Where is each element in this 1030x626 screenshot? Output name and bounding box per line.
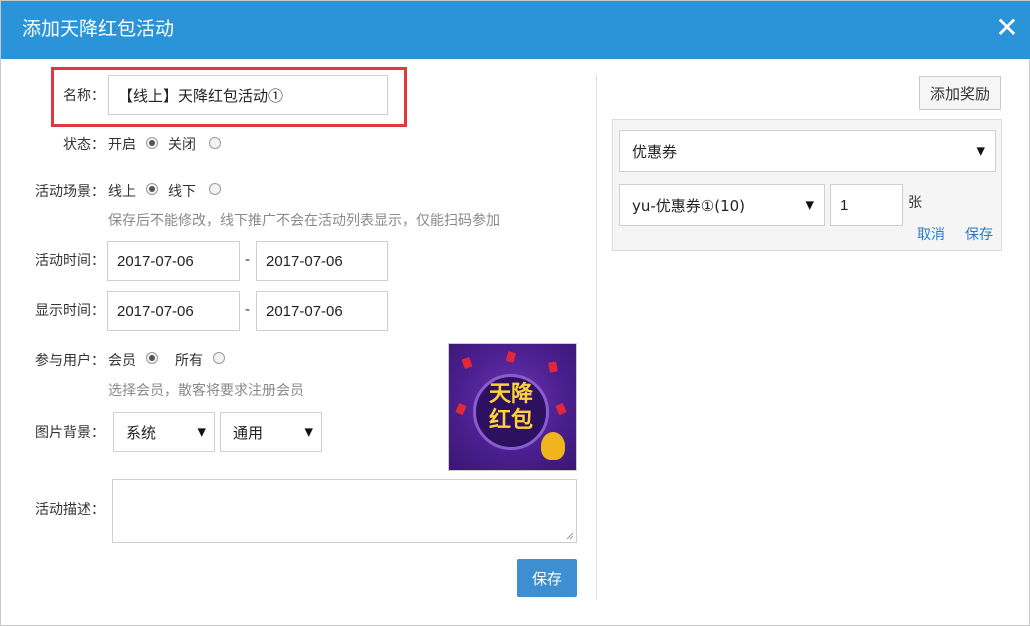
name-label: 名称： [63, 88, 105, 104]
bg-select-system-value: 系统 [126, 423, 157, 442]
reward-cancel-link[interactable]: 取消 [917, 226, 945, 244]
users-member-radio[interactable] [146, 352, 158, 364]
users-label: 参与用户： [35, 353, 105, 369]
envelope-icon [548, 361, 558, 373]
display-range-separator: - [245, 302, 251, 318]
status-on-radio[interactable] [146, 137, 158, 149]
dialog-title: 添加天降红包活动 [22, 18, 175, 40]
poster-text-line1: 天降 [488, 382, 533, 407]
chevron-down-icon: ▼ [197, 425, 206, 439]
time-range-separator: - [245, 252, 251, 268]
red-packet-poster-image[interactable]: 天降 红包 [448, 343, 577, 471]
scene-hint: 保存后不能修改，线下推广不会在活动列表显示，仅能扫码参加 [108, 213, 500, 229]
chevron-down-icon: ▼ [304, 425, 313, 439]
name-input[interactable]: 【线上】天降红包活动① [108, 75, 388, 115]
reward-save-link[interactable]: 保存 [965, 226, 993, 244]
column-divider [596, 75, 597, 599]
poster-text-line2: 红包 [488, 408, 533, 433]
desc-label: 活动描述： [35, 502, 105, 518]
close-icon[interactable]: ✕ [993, 13, 1021, 43]
envelope-icon [461, 356, 473, 370]
time-label: 活动时间： [35, 253, 105, 269]
users-all-radio[interactable] [213, 352, 225, 364]
quantity-unit: 张 [908, 195, 922, 211]
bg-select-general[interactable]: 通用 ▼ [220, 412, 322, 452]
envelope-icon [555, 402, 567, 416]
scene-online-label: 线上 [108, 184, 136, 200]
scene-online-radio[interactable] [146, 183, 158, 195]
users-member-label: 会员 [108, 353, 136, 369]
coupon-select[interactable]: yu-优惠券①(10) ▼ [619, 184, 825, 226]
quantity-input[interactable]: 1 [830, 184, 903, 226]
users-all-label: 所有 [175, 353, 203, 369]
mascot-icon [541, 432, 565, 460]
envelope-icon [455, 402, 467, 416]
bg-label: 图片背景： [35, 425, 105, 441]
add-reward-button[interactable]: 添加奖励 [919, 76, 1001, 110]
time-start-input[interactable]: 2017-07-06 [107, 241, 240, 281]
bg-select-system[interactable]: 系统 ▼ [113, 412, 215, 452]
chevron-down-icon: ▼ [976, 144, 985, 158]
scene-offline-radio[interactable] [209, 183, 221, 195]
reward-type-select[interactable]: 优惠券 ▼ [619, 130, 996, 172]
desc-textarea[interactable] [112, 479, 577, 543]
status-on-label: 开启 [108, 137, 136, 153]
time-end-input[interactable]: 2017-07-06 [256, 241, 388, 281]
status-off-label: 关闭 [168, 137, 196, 153]
add-red-packet-dialog: 添加天降红包活动 ✕ 名称： 【线上】天降红包活动① 状态： 开启 关闭 活动场… [0, 0, 1030, 626]
scene-offline-label: 线下 [168, 184, 196, 200]
resize-grip-icon[interactable] [566, 532, 574, 540]
display-start-input[interactable]: 2017-07-06 [107, 291, 240, 331]
scene-label: 活动场景： [35, 184, 105, 200]
reward-type-value: 优惠券 [632, 142, 678, 161]
save-button[interactable]: 保存 [517, 559, 577, 597]
display-time-label: 显示时间： [35, 303, 105, 319]
envelope-icon [505, 351, 517, 363]
status-label: 状态： [63, 137, 105, 153]
bg-select-general-value: 通用 [233, 423, 264, 442]
status-off-radio[interactable] [209, 137, 221, 149]
chevron-down-icon: ▼ [805, 198, 814, 212]
users-hint: 选择会员，散客将要求注册会员 [108, 383, 304, 399]
coupon-select-value: yu-优惠券①(10) [632, 196, 746, 215]
display-end-input[interactable]: 2017-07-06 [256, 291, 388, 331]
